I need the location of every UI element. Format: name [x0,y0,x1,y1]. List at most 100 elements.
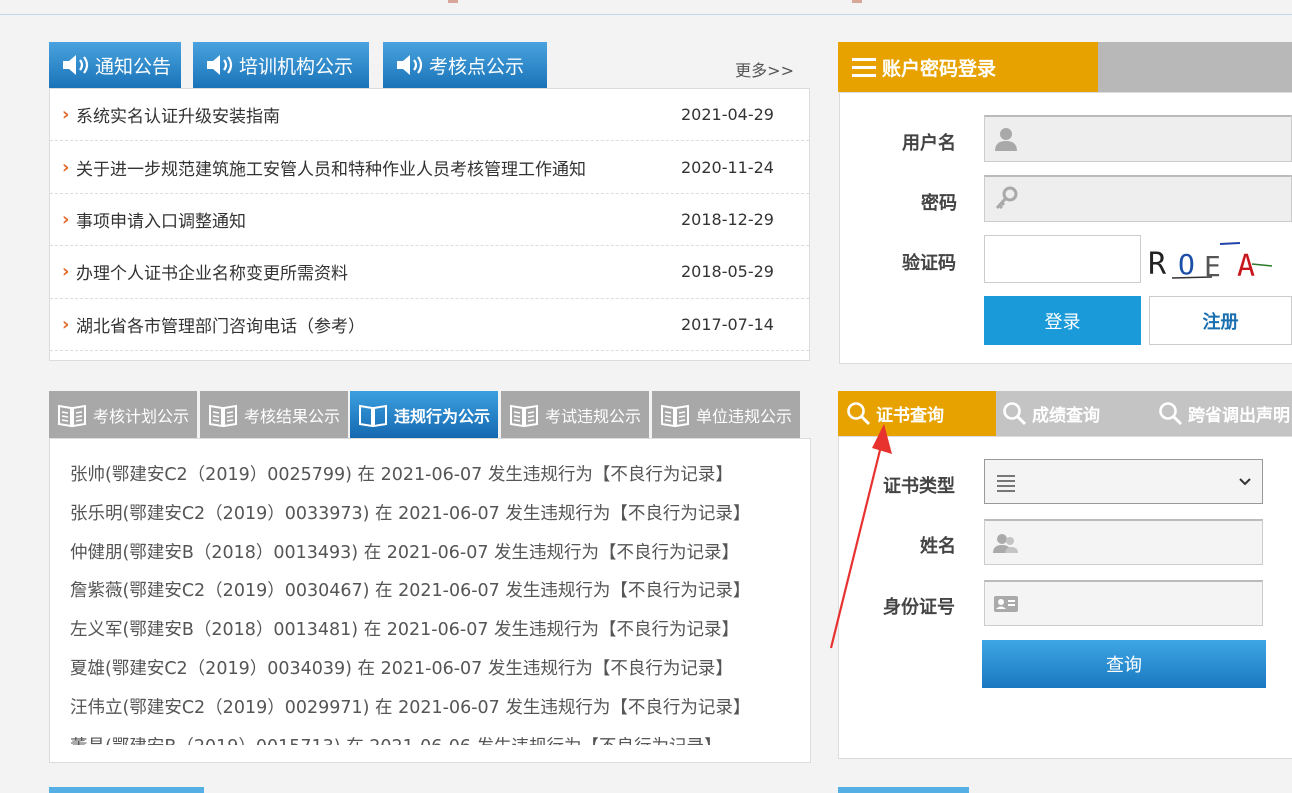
chevron-down-icon [1239,477,1251,485]
notice-date: 2021-04-29 [681,105,774,125]
users-icon [993,533,1018,553]
password-field[interactable] [984,175,1292,222]
violation-item[interactable]: 詹紫薇(鄂建安C2（2019）0030467) 在 2021-06-07 发生违… [70,577,800,616]
header-divider [0,14,1292,15]
login-button[interactable]: 登录 [984,296,1141,345]
tab-exam-plan[interactable]: 考核计划公示 [49,391,197,438]
violation-item[interactable]: 张乐明(鄂建安C2（2019）0033973) 在 2021-06-07 发生违… [70,500,800,539]
key-icon [995,186,1018,210]
speaker-icon [207,55,233,75]
notice-date: 2017-07-14 [681,314,774,334]
captcha-label: 验证码 [902,253,956,274]
notice-list: › 系统实名认证升级安装指南 2021-04-29 › 关于进一步规范建筑施工安… [49,88,810,361]
svg-text:O: O [1178,248,1195,281]
login-header: 账户密码登录 [838,42,1292,92]
tab-exam-sites[interactable]: 考核点公示 [383,42,547,88]
notice-item[interactable]: › 系统实名认证升级安装指南 2021-04-29 [50,89,809,142]
violation-item[interactable]: 董昌(鄂建安B（2019）0015713) 在 2021-06-06 发生违规行… [70,733,800,745]
tab-label: 成绩查询 [1032,406,1100,426]
book-icon [57,404,86,427]
svg-text:R: R [1148,247,1167,282]
tab-label: 培训机构公示 [239,55,354,78]
tab-exam-result[interactable]: 考核结果公示 [200,391,348,438]
violation-item[interactable]: 汪伟立(鄂建安C2（2019）0029971) 在 2021-06-07 发生违… [70,694,800,733]
tab-violations[interactable]: 违规行为公示 [350,391,498,438]
search-icon [1003,401,1027,425]
speaker-icon [397,55,423,75]
next-section-tab [838,787,969,793]
notice-tabs: 通知公告 培训机构公示 考核点公示 更多>> [49,42,810,91]
header-mark [852,0,862,3]
tab-unit-violations[interactable]: 单位违规公示 [652,391,800,438]
notice-date: 2018-05-29 [681,262,774,282]
tab-label: 单位违规公示 [695,406,792,426]
violation-tabs: 考核计划公示 考核结果公示 违规行为公示 考试违规公示 单位违规公示 [49,391,810,438]
chevron-right-icon: › [62,156,70,178]
violation-item[interactable]: 左义军(鄂建安B（2018）0013481) 在 2021-06-07 发生违规… [70,616,800,655]
book-icon [208,404,237,427]
notice-title[interactable]: 关于进一步规范建筑施工安管人员和特种作业人员考核管理工作通知 [76,155,681,180]
book-icon [509,404,538,427]
query-button[interactable]: 查询 [982,640,1266,688]
notice-title[interactable]: 事项申请入口调整通知 [76,207,681,232]
chevron-right-icon: › [62,313,70,335]
chevron-right-icon: › [62,208,70,230]
violation-item[interactable]: 夏雄(鄂建安C2（2019）0034039) 在 2021-06-07 发生违规… [70,655,800,694]
tab-label: 通知公告 [95,55,172,78]
violation-item[interactable]: 张帅(鄂建安C2（2019）0025799) 在 2021-06-07 发生违规… [70,461,800,500]
next-section-tab [49,787,204,793]
username-input[interactable] [1019,117,1291,161]
tab-label: 考核结果公示 [243,406,340,426]
tab-score-query[interactable]: 成绩查询 [1002,391,1152,436]
username-label: 用户名 [902,133,956,154]
tab-exam-violations[interactable]: 考试违规公示 [501,391,649,438]
username-field[interactable] [984,115,1292,162]
notice-item[interactable]: › 办理个人证书企业名称变更所需资料 2018-05-29 [50,246,809,299]
tab-transfer-declaration[interactable]: 跨省调出声明 [1158,391,1292,436]
violation-list: 张帅(鄂建安C2（2019）0025799) 在 2021-06-07 发生违规… [49,438,811,763]
speaker-icon [63,55,89,75]
tab-label: 考试违规公示 [544,406,641,426]
cert-type-select[interactable] [984,459,1263,504]
tab-label: 违规行为公示 [393,406,490,426]
notice-item[interactable]: › 湖北省各市管理部门咨询电话（参考） 2017-07-14 [50,299,809,351]
chevron-right-icon: › [62,104,70,126]
search-icon [1159,401,1183,425]
id-number-field[interactable] [984,580,1263,626]
svg-text:A: A [1237,249,1255,282]
captcha-input[interactable] [984,235,1141,283]
register-button[interactable]: 注册 [1149,296,1292,345]
tab-label: 考核点公示 [429,55,525,78]
password-input[interactable] [1019,177,1291,221]
notice-title[interactable]: 办理个人证书企业名称变更所需资料 [76,259,681,284]
name-field[interactable] [984,519,1263,565]
user-icon [995,128,1017,151]
more-link[interactable]: 更多>> [735,57,794,81]
tab-notice[interactable]: 通知公告 [49,42,181,91]
violation-scroller[interactable]: 张帅(鄂建安C2（2019）0025799) 在 2021-06-07 发生违规… [70,461,800,745]
book-icon [358,404,387,427]
tab-training[interactable]: 培训机构公示 [193,42,369,88]
notice-title[interactable]: 系统实名认证升级安装指南 [76,102,681,127]
tab-password-login[interactable]: 账户密码登录 [838,42,1098,92]
name-input[interactable] [1019,521,1262,564]
header-mark [448,0,458,3]
list-icon [997,474,1015,492]
annotation-arrow [829,424,892,649]
notice-title[interactable]: 湖北省各市管理部门咨询电话（参考） [76,312,681,337]
menu-icon [852,57,876,77]
tab-label: 账户密码登录 [882,57,997,80]
name-label: 姓名 [920,536,956,557]
violation-item[interactable]: 仲健朋(鄂建安B（2018）0013493) 在 2021-06-07 发生违规… [70,539,800,578]
tab-label: 考核计划公示 [92,406,189,426]
query-tabs: 证书查询 成绩查询 跨省调出声明 [838,391,1292,436]
id-card-icon [994,595,1018,612]
password-label: 密码 [921,193,957,214]
tab-label: 跨省调出声明 [1188,406,1290,426]
captcha-image[interactable]: R O E A [1142,236,1272,282]
id-number-input[interactable] [1019,582,1262,625]
chevron-right-icon: › [62,261,70,283]
notice-date: 2018-12-29 [681,209,774,229]
notice-item[interactable]: › 关于进一步规范建筑施工安管人员和特种作业人员考核管理工作通知 2020-11… [50,141,809,194]
notice-item[interactable]: › 事项申请入口调整通知 2018-12-29 [50,194,809,247]
